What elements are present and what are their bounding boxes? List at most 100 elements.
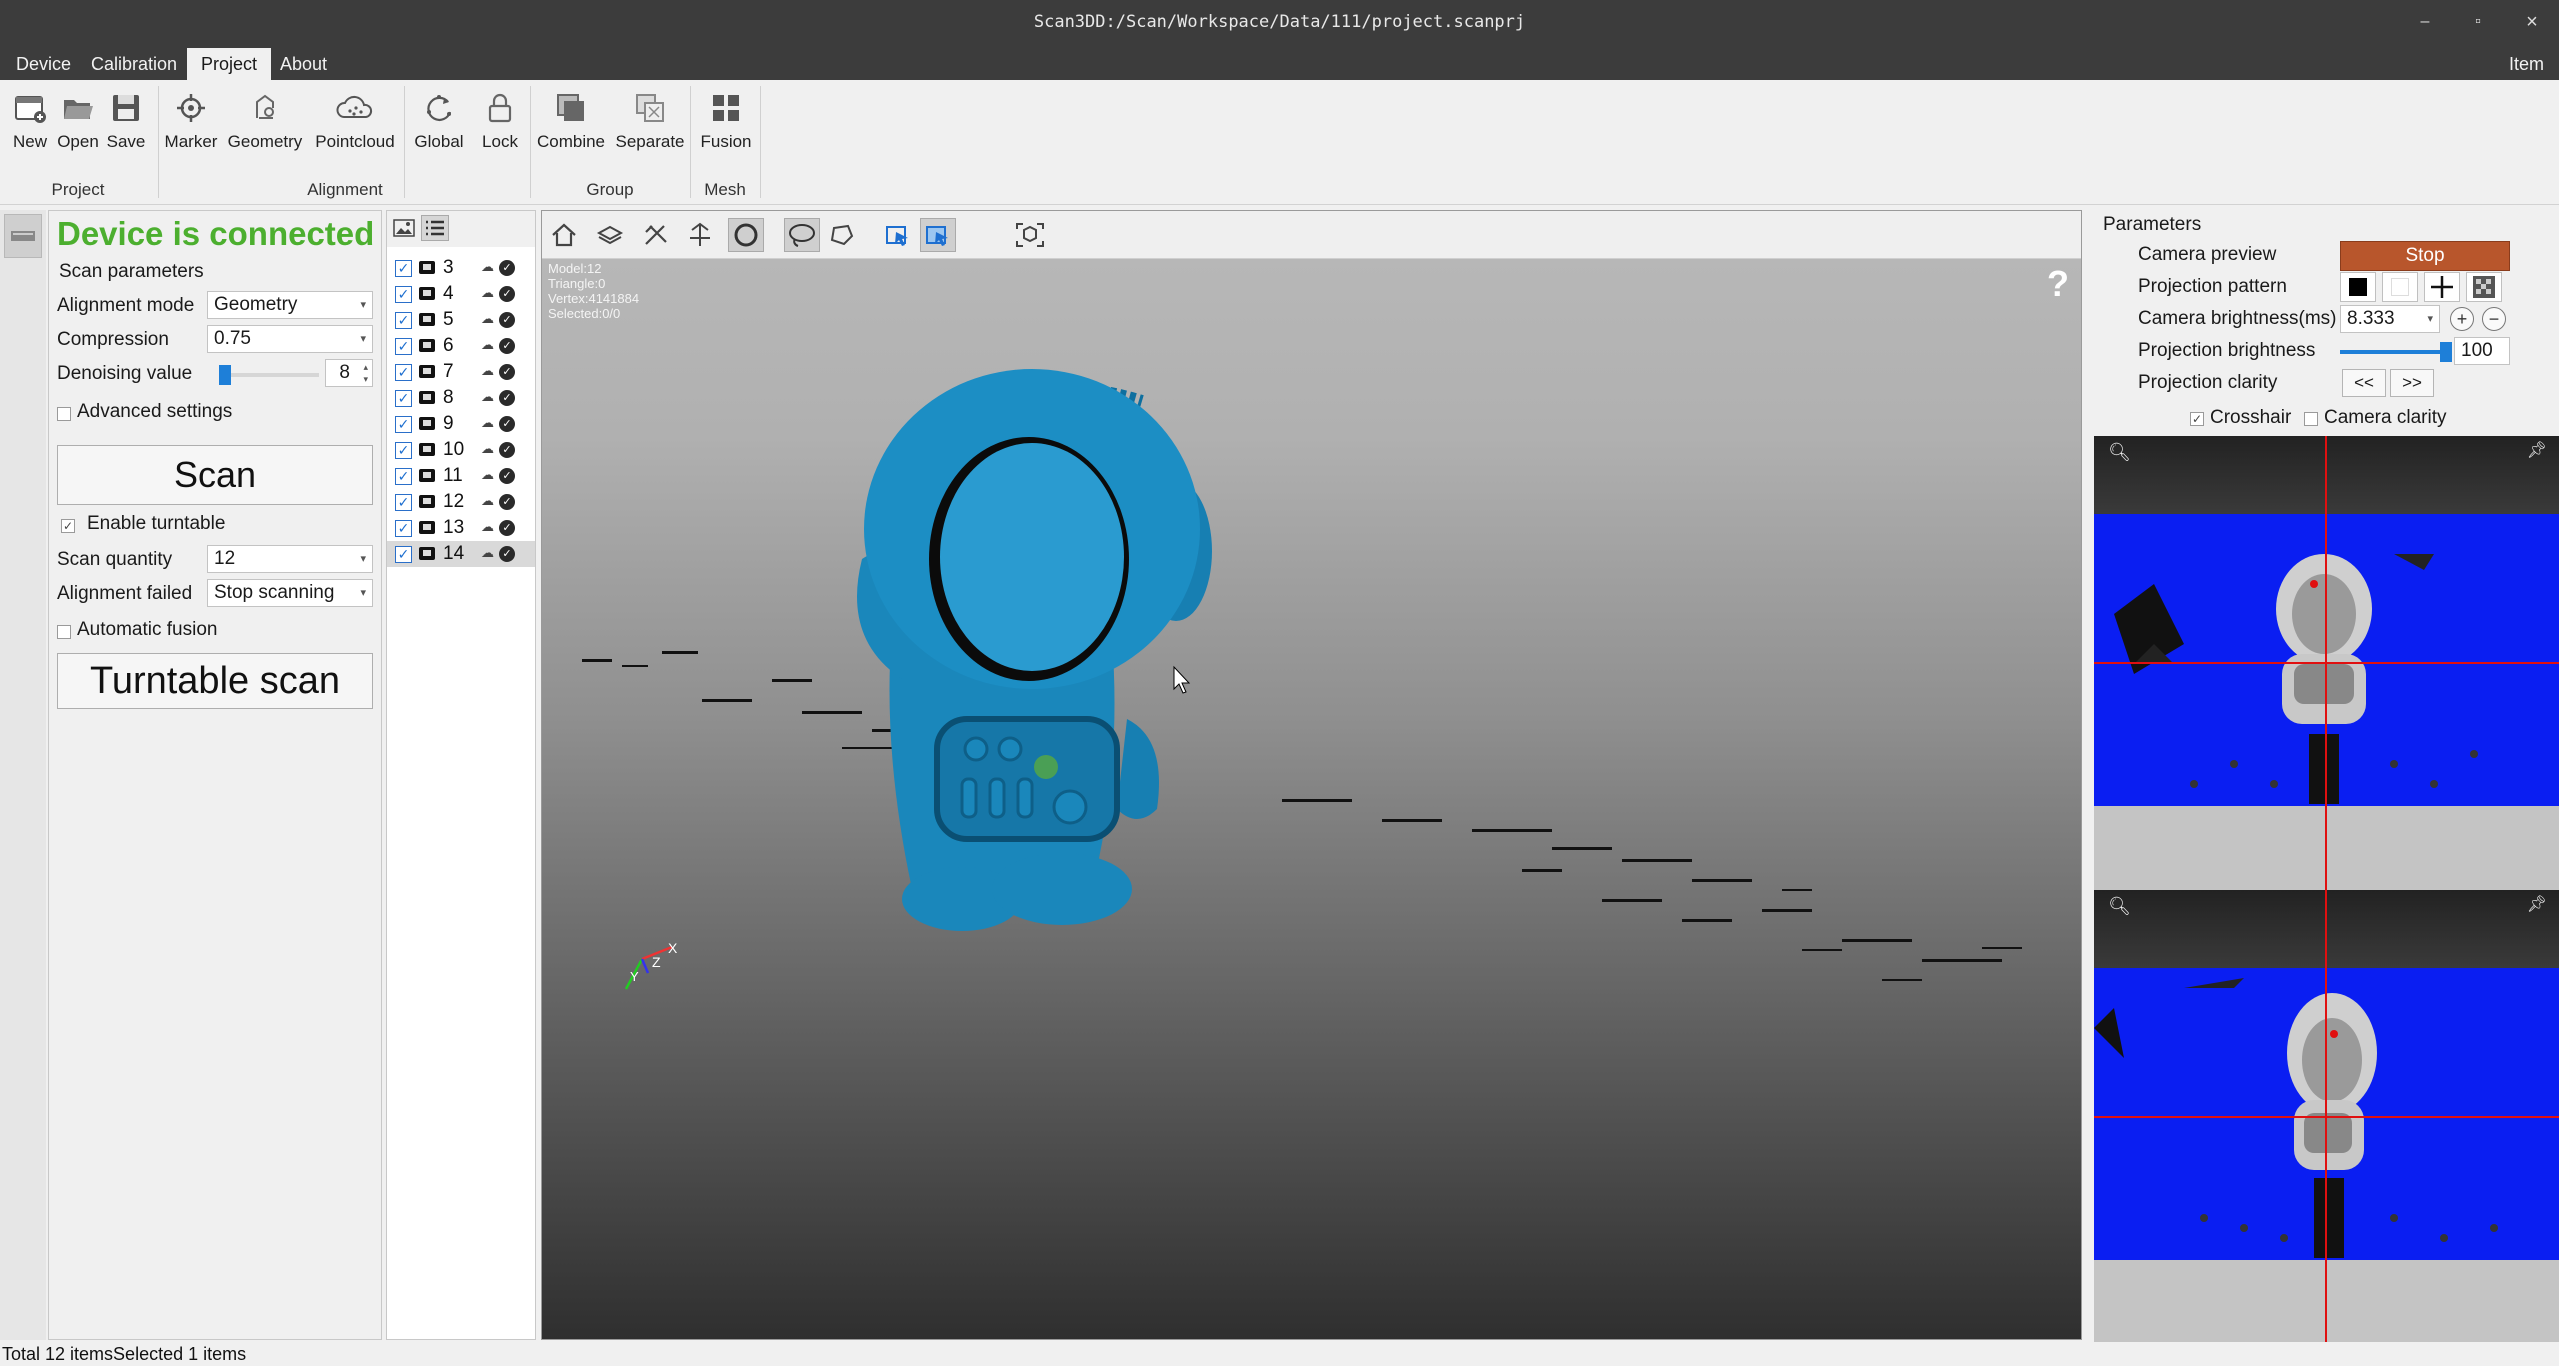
render-mode-icon[interactable]: [728, 218, 764, 252]
model-visible-checkbox[interactable]: ✓: [395, 416, 412, 433]
menu-about[interactable]: About: [266, 48, 341, 80]
projection-brightness-slider[interactable]: [2340, 350, 2444, 354]
model-visible-checkbox[interactable]: ✓: [395, 520, 412, 537]
select-through-icon[interactable]: [920, 218, 956, 252]
projection-brightness-thumb[interactable]: [2440, 342, 2452, 362]
model-list-item[interactable]: ✓ 6 ☁ ✓: [387, 333, 535, 359]
model-list-item[interactable]: ✓ 4 ☁ ✓: [387, 281, 535, 307]
model-visible-checkbox[interactable]: ✓: [395, 390, 412, 407]
pin-icon[interactable]: 📌︎: [2527, 440, 2547, 460]
model-list-item[interactable]: ✓ 12 ☁ ✓: [387, 489, 535, 515]
tools-icon[interactable]: [638, 218, 674, 252]
list-view-icon[interactable]: [421, 215, 449, 241]
pattern-checker-icon[interactable]: [2466, 272, 2502, 302]
mouse-cursor-icon: [1173, 665, 1191, 694]
clarity-prev-button[interactable]: <<: [2342, 369, 2386, 397]
crosshair-checkbox[interactable]: ✓: [2190, 412, 2204, 426]
camera-clarity-checkbox[interactable]: [2304, 412, 2318, 426]
fit-view-icon[interactable]: [1012, 218, 1048, 252]
denoising-slider-thumb[interactable]: [219, 365, 231, 385]
layers-icon[interactable]: [592, 218, 628, 252]
spin-down-icon[interactable]: ▾: [363, 374, 368, 384]
lock-button[interactable]: Lock: [476, 86, 524, 152]
open-button[interactable]: Open: [57, 86, 99, 152]
pointcloud-icon: ☁: [481, 389, 494, 404]
alignment-failed-select[interactable]: Stop scanning ▾: [207, 579, 373, 607]
model-visible-checkbox[interactable]: ✓: [395, 442, 412, 459]
enable-turntable-checkbox[interactable]: ✓: [61, 519, 75, 533]
model-number: 3: [443, 257, 454, 278]
model-list-item[interactable]: ✓ 7 ☁ ✓: [387, 359, 535, 385]
model-list-item[interactable]: ✓ 5 ☁ ✓: [387, 307, 535, 333]
fusion-button[interactable]: Fusion: [696, 86, 756, 152]
close-button[interactable]: ×: [2512, 10, 2552, 34]
scan-quantity-select[interactable]: 12 ▾: [207, 545, 373, 573]
camera-view-right[interactable]: 🔍︎ 📌︎: [2094, 890, 2559, 1342]
scanned-model-render[interactable]: X Z Y: [542, 259, 2081, 1339]
axis-align-icon[interactable]: [682, 218, 718, 252]
pointcloud-button[interactable]: Pointcloud: [312, 86, 398, 152]
polygon-select-icon[interactable]: [824, 218, 860, 252]
image-view-icon[interactable]: [393, 219, 415, 242]
denoising-slider[interactable]: [219, 373, 319, 377]
spin-up-icon[interactable]: ▴: [363, 362, 368, 372]
pattern-black-icon[interactable]: [2340, 272, 2376, 302]
global-button[interactable]: Global: [410, 86, 468, 152]
model-list-item[interactable]: ✓ 3 ☁ ✓: [387, 255, 535, 281]
separate-label: Separate: [615, 132, 685, 151]
brightness-decrease-icon[interactable]: −: [2482, 307, 2506, 331]
model-visible-checkbox[interactable]: ✓: [395, 494, 412, 511]
model-list-item[interactable]: ✓ 10 ☁ ✓: [387, 437, 535, 463]
model-visible-checkbox[interactable]: ✓: [395, 546, 412, 563]
model-list-item[interactable]: ✓ 13 ☁ ✓: [387, 515, 535, 541]
scan-panel-tab[interactable]: [4, 214, 42, 258]
model-visible-checkbox[interactable]: ✓: [395, 286, 412, 303]
compression-select[interactable]: 0.75 ▾: [207, 325, 373, 353]
new-button[interactable]: New: [10, 86, 50, 152]
advanced-settings-checkbox[interactable]: [57, 407, 71, 421]
menu-item-dropdown[interactable]: Item ·: [2495, 48, 2559, 106]
model-list-item[interactable]: ✓ 14 ☁ ✓: [387, 541, 535, 567]
denoising-spinbox[interactable]: 8 ▴ ▾: [325, 359, 373, 387]
zoom-icon[interactable]: 🔍︎: [2108, 896, 2131, 917]
restore-button[interactable]: ▫: [2458, 10, 2498, 34]
camera-preview-stop-button[interactable]: Stop: [2340, 241, 2510, 271]
scan-model-icon: [419, 547, 435, 560]
zoom-icon[interactable]: 🔍︎: [2108, 442, 2131, 463]
model-list-item[interactable]: ✓ 8 ☁ ✓: [387, 385, 535, 411]
alignment-mode-select[interactable]: Geometry ▾: [207, 291, 373, 319]
automatic-fusion-checkbox[interactable]: [57, 625, 71, 639]
model-visible-checkbox[interactable]: ✓: [395, 260, 412, 277]
model-number: 4: [443, 283, 454, 304]
turntable-scan-button[interactable]: Turntable scan: [57, 653, 373, 709]
menu-device[interactable]: Device: [2, 48, 85, 80]
separate-button[interactable]: Separate: [614, 86, 686, 152]
home-view-icon[interactable]: [546, 218, 582, 252]
camera-brightness-select[interactable]: 8.333 ▾: [2340, 305, 2440, 333]
marker-button[interactable]: Marker: [164, 86, 218, 152]
model-visible-checkbox[interactable]: ✓: [395, 364, 412, 381]
model-list-item[interactable]: ✓ 9 ☁ ✓: [387, 411, 535, 437]
camera-view-left[interactable]: 🔍︎ 📌︎: [2094, 436, 2559, 890]
model-visible-checkbox[interactable]: ✓: [395, 312, 412, 329]
lasso-select-icon[interactable]: [784, 218, 820, 252]
model-visible-checkbox[interactable]: ✓: [395, 338, 412, 355]
3d-viewport[interactable]: Model:12 Triangle:0 Vertex:4141884 Selec…: [541, 210, 2082, 1340]
clarity-next-button[interactable]: >>: [2390, 369, 2434, 397]
minimize-button[interactable]: –: [2405, 10, 2445, 34]
brightness-increase-icon[interactable]: +: [2450, 307, 2474, 331]
model-visible-checkbox[interactable]: ✓: [395, 468, 412, 485]
projection-brightness-input[interactable]: 100: [2454, 337, 2510, 365]
select-visible-icon[interactable]: [880, 218, 916, 252]
pin-icon[interactable]: 📌︎: [2527, 894, 2547, 914]
menu-calibration[interactable]: Calibration: [77, 48, 191, 80]
scan-button[interactable]: Scan: [57, 445, 373, 505]
menu-project[interactable]: Project: [187, 48, 272, 80]
model-list-item[interactable]: ✓ 11 ☁ ✓: [387, 463, 535, 489]
pattern-white-icon[interactable]: [2382, 272, 2418, 302]
aligned-check-icon: ✓: [499, 338, 515, 354]
pattern-crosshair-icon[interactable]: [2424, 272, 2460, 302]
geometry-button[interactable]: Geometry: [226, 86, 304, 152]
save-button[interactable]: Save: [106, 86, 146, 152]
combine-button[interactable]: Combine: [536, 86, 606, 152]
